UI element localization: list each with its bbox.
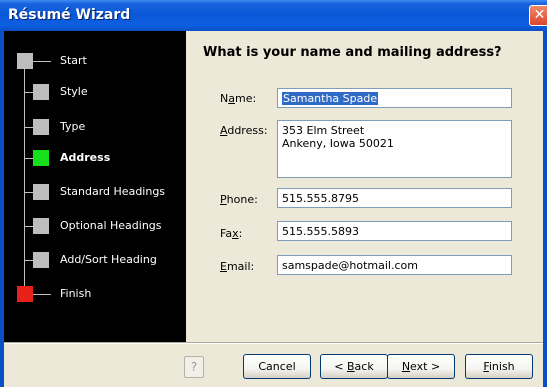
help-button[interactable]: ? [184, 356, 204, 378]
step-finish-indicator [17, 286, 33, 302]
step-address-label: Address [60, 151, 111, 164]
step-type-label: Type [60, 120, 86, 133]
page-heading: What is your name and mailing address? [203, 45, 502, 60]
phone-label: Phone: [220, 193, 258, 206]
cancel-button-label: Cancel [258, 360, 296, 373]
step-connector [24, 127, 33, 128]
step-standard-headings-label: Standard Headings [60, 185, 166, 198]
name-value: Samantha Spade [282, 92, 379, 105]
step-start[interactable]: Start [4, 51, 186, 71]
email-field[interactable]: samspade@hotmail.com [277, 255, 512, 275]
step-finish-label: Finish [60, 287, 92, 300]
step-connector [24, 192, 33, 193]
button-bar: ? Cancel < Back Next > Finish [4, 344, 543, 387]
step-optional-headings-label: Optional Headings [60, 219, 162, 232]
phone-value: 515.555.8795 [282, 192, 359, 205]
help-icon: ? [190, 360, 198, 374]
step-start-indicator [17, 53, 33, 69]
address-form-panel: What is your name and mailing address? N… [186, 31, 543, 342]
address-value: 353 Elm Street Ankeny, Iowa 50021 [282, 124, 394, 150]
window-title: Résumé Wizard [8, 7, 131, 23]
address-field[interactable]: 353 Elm Street Ankeny, Iowa 50021 [277, 120, 512, 178]
step-type[interactable]: Type [4, 117, 186, 137]
next-button[interactable]: Next > [387, 354, 455, 379]
wizard-step-list: Start Style Type Address Standard Headin… [4, 31, 186, 342]
step-type-indicator [33, 119, 49, 135]
close-icon: ✕ [533, 7, 546, 23]
step-connector [24, 260, 33, 261]
fax-field[interactable]: 515.555.5893 [277, 221, 512, 241]
step-standard-headings-indicator [33, 184, 49, 200]
fax-value: 515.555.5893 [282, 225, 359, 238]
step-optional-headings[interactable]: Optional Headings [4, 216, 186, 236]
finish-button[interactable]: Finish [465, 354, 533, 379]
name-field[interactable]: Samantha Spade [277, 88, 512, 108]
step-connector [33, 294, 51, 295]
step-style[interactable]: Style [4, 82, 186, 102]
name-label: Name: [220, 92, 257, 105]
step-start-label: Start [60, 54, 87, 67]
step-connector [24, 226, 33, 227]
step-connector [24, 158, 33, 159]
phone-field[interactable]: 515.555.8795 [277, 188, 512, 208]
back-button[interactable]: < Back [320, 354, 388, 379]
close-button[interactable]: ✕ [529, 5, 547, 26]
step-address[interactable]: Address [4, 148, 186, 168]
step-add-sort-heading-indicator [33, 252, 49, 268]
step-finish[interactable]: Finish [4, 284, 186, 304]
step-connector [33, 61, 51, 62]
address-label: Address: [220, 124, 268, 137]
window-frame-right [543, 31, 547, 387]
step-add-sort-heading-label: Add/Sort Heading [60, 253, 157, 266]
email-label: Email: [220, 260, 255, 273]
step-optional-headings-indicator [33, 218, 49, 234]
step-connector [24, 92, 33, 93]
title-bar: Résumé Wizard ✕ [0, 0, 547, 31]
step-standard-headings[interactable]: Standard Headings [4, 182, 186, 202]
step-style-label: Style [60, 85, 88, 98]
cancel-button[interactable]: Cancel [243, 354, 311, 379]
step-address-indicator [33, 150, 49, 166]
email-value: samspade@hotmail.com [282, 259, 418, 272]
fax-label: Fax: [220, 227, 243, 240]
step-style-indicator [33, 84, 49, 100]
step-add-sort-heading[interactable]: Add/Sort Heading [4, 250, 186, 270]
